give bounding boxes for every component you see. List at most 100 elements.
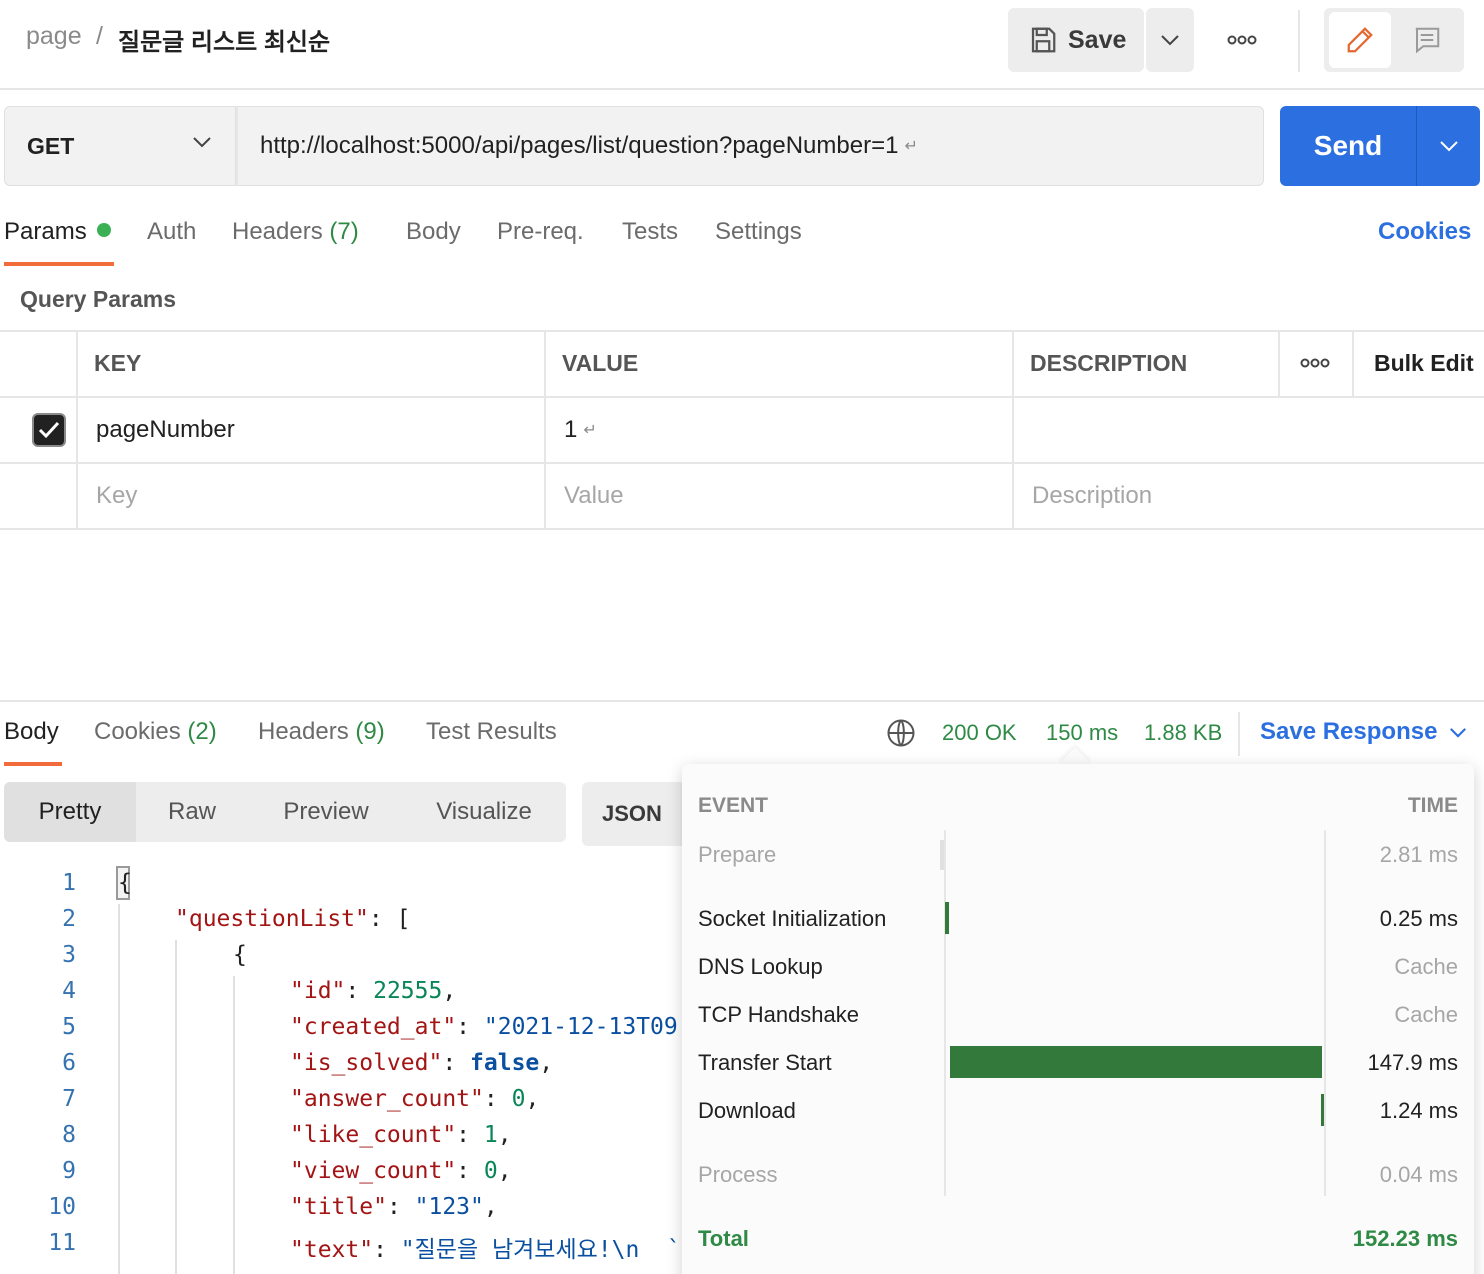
- line-number: 6: [62, 1050, 76, 1076]
- pencil-icon: [1347, 27, 1373, 53]
- view-raw-button[interactable]: Raw: [136, 782, 248, 842]
- code-line[interactable]: "title": "123",: [290, 1194, 498, 1220]
- globe-icon[interactable]: [886, 718, 916, 748]
- line-number: 9: [62, 1158, 76, 1184]
- param-value-text: 1: [564, 416, 578, 443]
- code-line[interactable]: "id": 22555,: [290, 978, 456, 1004]
- timing-bar-socket: [945, 902, 949, 934]
- param-value-cell[interactable]: 1 ↵: [564, 398, 597, 462]
- event-column-header: EVENT: [698, 794, 769, 817]
- code-line[interactable]: {: [118, 870, 132, 896]
- breadcrumb-root[interactable]: page: [26, 22, 82, 51]
- save-dropdown-button[interactable]: [1146, 8, 1194, 72]
- timing-total-time: 152.23 ms: [1352, 1226, 1458, 1251]
- request-title[interactable]: 질문글 리스트 최신순: [118, 22, 330, 57]
- method-label: GET: [27, 132, 75, 159]
- checkbox-checked: [32, 413, 66, 447]
- code-line[interactable]: "like_count": 1,: [290, 1122, 512, 1148]
- response-pane-divider[interactable]: [0, 700, 1484, 702]
- timing-event-name: TCP Handshake: [698, 1002, 860, 1027]
- timing-event-name: Process: [698, 1162, 778, 1187]
- code-line[interactable]: "questionList": [: [175, 906, 410, 932]
- code-line[interactable]: "is_solved": false,: [290, 1050, 553, 1076]
- view-preview-button[interactable]: Preview: [250, 782, 402, 842]
- timing-event-time: Cache: [1394, 1002, 1458, 1027]
- json-value: 0: [511, 1086, 526, 1112]
- tab-body[interactable]: Body: [406, 218, 461, 246]
- param-enabled-checkbox[interactable]: [32, 398, 66, 462]
- code-line[interactable]: "text": "질문을 남겨보세요!\n `: [290, 1230, 680, 1264]
- format-select[interactable]: JSON: [582, 782, 692, 846]
- params-table: KEY VALUE DESCRIPTION Bulk Edit pageNumb…: [0, 330, 1484, 530]
- code-line[interactable]: {: [233, 942, 247, 968]
- timeline-start-line: [944, 830, 946, 1196]
- new-value-input[interactable]: Value: [564, 464, 624, 528]
- param-key-cell[interactable]: pageNumber: [96, 398, 235, 462]
- tab-params[interactable]: Params: [4, 218, 111, 246]
- response-tab-test-results[interactable]: Test Results: [426, 718, 557, 746]
- code-line[interactable]: "view_count": 0,: [290, 1158, 512, 1184]
- headers-count: (7): [329, 218, 359, 245]
- view-pretty-button[interactable]: Pretty: [4, 782, 136, 842]
- edit-mode-button[interactable]: [1329, 12, 1391, 68]
- save-response-button[interactable]: Save Response: [1260, 718, 1467, 746]
- response-headers-label: Headers: [258, 718, 349, 745]
- send-button[interactable]: Send: [1280, 106, 1416, 186]
- save-icon: [1031, 27, 1056, 53]
- tab-headers-label: Headers: [232, 218, 323, 245]
- json-value: "2021-12-13T09: [483, 1014, 678, 1040]
- comment-icon: [1415, 27, 1440, 54]
- bulk-edit-button[interactable]: Bulk Edit: [1374, 330, 1474, 396]
- comments-mode-button[interactable]: [1396, 12, 1458, 68]
- response-tab-body[interactable]: Body: [4, 718, 59, 746]
- cookies-link[interactable]: Cookies: [1378, 218, 1471, 246]
- timing-event-time: 0.25 ms: [1379, 906, 1458, 931]
- new-key-input[interactable]: Key: [96, 464, 137, 528]
- save-label: Save: [1068, 25, 1127, 54]
- new-description-input[interactable]: Description: [1032, 464, 1152, 528]
- timing-total-label: Total: [698, 1226, 749, 1251]
- json-value: false: [470, 1050, 540, 1076]
- col-divider: [1352, 330, 1354, 398]
- line-number: 2: [62, 906, 76, 932]
- json-key: "created_at": [290, 1014, 457, 1040]
- code-line[interactable]: "answer_count": 0,: [290, 1086, 539, 1112]
- json-value: 0: [483, 1158, 498, 1184]
- header-bottom-divider: [0, 88, 1484, 90]
- status-divider: [1238, 712, 1240, 756]
- more-options-button[interactable]: [1214, 20, 1270, 60]
- timing-event-time: 147.9 ms: [1367, 1050, 1459, 1075]
- timing-bar-transfer: [950, 1046, 1322, 1078]
- response-headers-count: (9): [355, 718, 385, 745]
- col-divider: [76, 330, 78, 530]
- active-tab-indicator: [4, 262, 114, 266]
- save-response-label: Save Response: [1260, 718, 1438, 745]
- code-token: {: [118, 870, 132, 896]
- json-value: 22555: [373, 978, 443, 1004]
- send-dropdown-button[interactable]: [1416, 106, 1480, 186]
- tab-prereq[interactable]: Pre-req.: [497, 218, 584, 246]
- chevron-down-icon: [1161, 35, 1179, 46]
- save-button[interactable]: Save: [1008, 8, 1144, 72]
- chevron-down-icon: [1439, 141, 1458, 152]
- url-input[interactable]: http://localhost:5000/api/pages/list/que…: [236, 106, 1264, 186]
- timeline-end-line: [1324, 830, 1326, 1196]
- status-code[interactable]: 200 OK: [942, 720, 1017, 746]
- code-line[interactable]: "created_at": "2021-12-13T09: [290, 1014, 680, 1040]
- response-tab-cookies[interactable]: Cookies (2): [94, 718, 217, 746]
- timing-event-time: 2.81 ms: [1379, 842, 1458, 867]
- response-size[interactable]: 1.88 KB: [1144, 720, 1222, 746]
- view-visualize-button[interactable]: Visualize: [404, 782, 564, 842]
- active-response-tab-indicator: [4, 762, 62, 766]
- checkmark-icon: [38, 421, 60, 439]
- tab-headers[interactable]: Headers (7): [232, 218, 359, 246]
- tab-auth[interactable]: Auth: [147, 218, 196, 246]
- timing-event-name: DNS Lookup: [698, 954, 823, 979]
- code-token: {: [233, 942, 247, 968]
- column-options-button[interactable]: [1300, 330, 1330, 396]
- response-time[interactable]: 150 ms: [1046, 720, 1118, 746]
- tab-settings[interactable]: Settings: [715, 218, 802, 246]
- tab-tests[interactable]: Tests: [622, 218, 678, 246]
- chevron-down-icon: [193, 137, 211, 148]
- response-tab-headers[interactable]: Headers (9): [258, 718, 385, 746]
